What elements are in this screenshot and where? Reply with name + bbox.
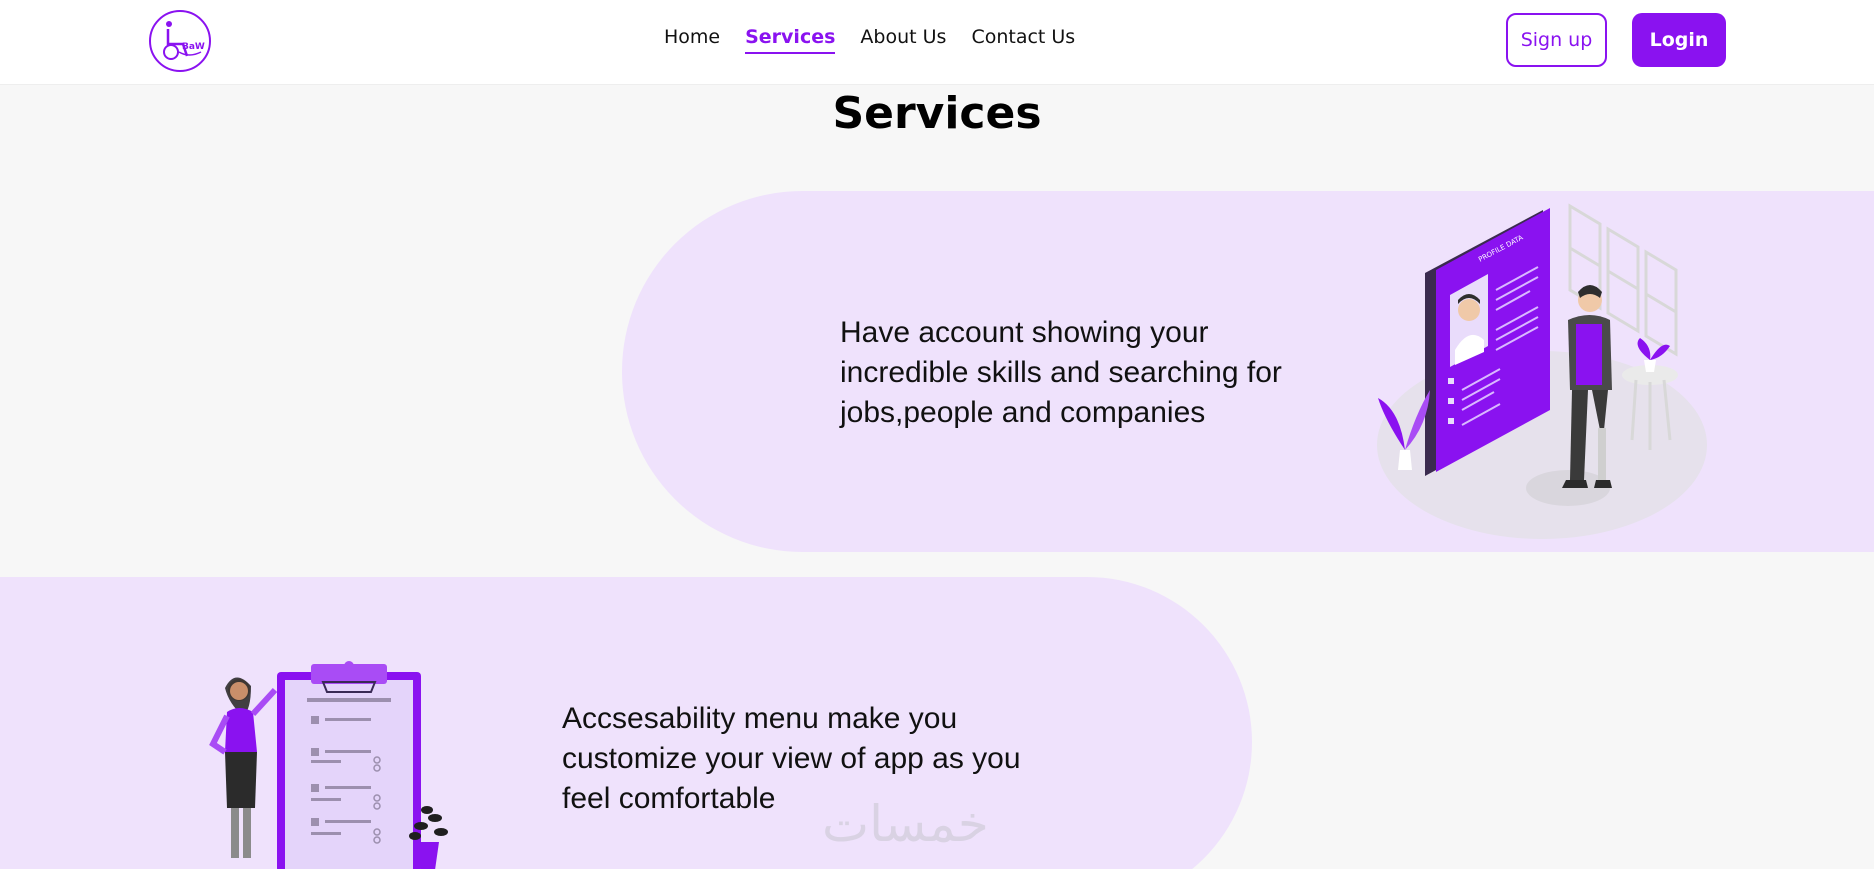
signup-button[interactable]: Sign up xyxy=(1506,13,1607,67)
nav-link-about-us[interactable]: About Us xyxy=(860,26,946,54)
logo[interactable]: BaW xyxy=(149,10,211,72)
nav-link-contact-us[interactable]: Contact Us xyxy=(971,26,1075,54)
svg-text:BaW: BaW xyxy=(182,42,205,52)
profile-data-illustration-icon: PROFILE DATA xyxy=(1370,200,1710,550)
service-1-text: Have account showing your incredible ski… xyxy=(840,316,1282,429)
watermark-text: خمسات xyxy=(822,795,989,853)
clipboard-checklist-illustration-icon xyxy=(195,660,465,869)
nav-link-services[interactable]: Services xyxy=(745,26,836,54)
wheelchair-logo-icon: BaW xyxy=(163,21,205,60)
page-title: Services xyxy=(832,88,1042,139)
nav-link-home[interactable]: Home xyxy=(664,26,720,54)
login-button[interactable]: Login xyxy=(1632,13,1726,67)
navbar: BaW Home Services About Us Contact Us Si… xyxy=(0,0,1874,85)
main-nav: Home Services About Us Contact Us xyxy=(664,26,1100,54)
